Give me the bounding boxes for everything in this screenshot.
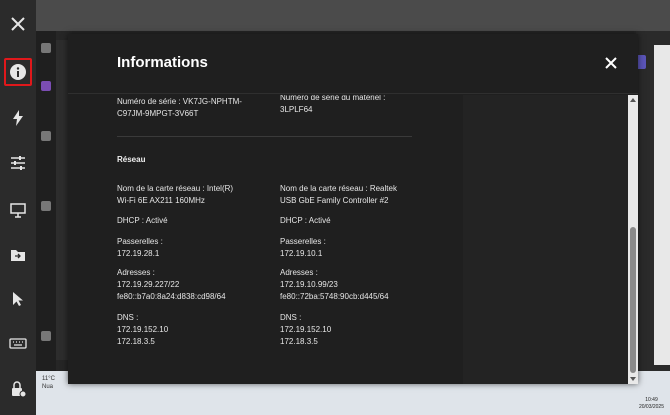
dns-primary: 172.19.152.10	[117, 325, 169, 334]
lock-icon[interactable]	[4, 375, 32, 403]
hardware-serial-label: Numéro de série du matériel :	[280, 95, 386, 102]
scroll-down-icon[interactable]	[630, 377, 636, 381]
dhcp-status: DHCP : Activé	[280, 216, 331, 225]
remote-top-strip	[36, 0, 670, 31]
dns-secondary: 172.18.3.5	[280, 337, 318, 346]
address-ipv6: fe80::b7a0:8a24:d838:cd98/64	[117, 292, 226, 301]
weather-temp: 11°C	[42, 376, 55, 382]
app-icon	[41, 331, 51, 341]
lightning-icon[interactable]	[4, 104, 32, 132]
adapter-name-line2: USB GbE Family Controller #2	[280, 196, 389, 205]
addresses-label: Adresses :	[280, 268, 318, 277]
weather-text: Nua	[42, 384, 54, 390]
taskbar-weather[interactable]: 11°C Nua	[42, 375, 55, 391]
gateways-label: Passerelles :	[117, 237, 163, 246]
dhcp-status: DHCP : Activé	[117, 216, 168, 225]
dialog-scrollbar[interactable]	[628, 95, 638, 384]
remote-app-sidebar	[36, 31, 56, 371]
addresses-label: Adresses :	[117, 268, 155, 277]
dialog-right-area	[463, 95, 628, 384]
info-icon[interactable]	[4, 58, 32, 86]
gateways-value: 172.19.10.1	[280, 249, 323, 258]
serial-value: C97JM-9MPGT-3V66T	[117, 109, 199, 118]
adapter-name-line1: Nom de la carte réseau : Realtek	[280, 184, 397, 193]
close-icon[interactable]	[604, 56, 618, 70]
dialog-header: Informations	[68, 34, 638, 94]
address-ipv6: fe80::72ba:5748:90cb:d445/64	[280, 292, 389, 301]
dns-label: DNS :	[280, 313, 302, 322]
dialog-content: Numéro de série : VK7JG-NPHTM- C97JM-9MP…	[68, 95, 463, 384]
app-icon	[41, 201, 51, 211]
dns-primary: 172.19.152.10	[280, 325, 332, 334]
dialog-title: Informations	[117, 54, 208, 71]
close-icon[interactable]	[4, 10, 32, 38]
app-icon	[41, 81, 51, 91]
serial-label: Numéro de série : VK7JG-NPHTM-	[117, 97, 242, 106]
clock-date: 20/03/2025	[638, 404, 664, 410]
section-divider	[117, 136, 412, 137]
taskbar-clock[interactable]: 10:49 20/03/2025	[639, 397, 664, 411]
remote-toolbar	[0, 0, 36, 415]
dns-label: DNS :	[117, 313, 139, 322]
pointer-icon[interactable]	[4, 285, 32, 313]
gateways-label: Passerelles :	[280, 237, 326, 246]
gateways-value: 172.19.28.1	[117, 249, 160, 258]
address-ipv4: 172.19.29.227/22	[117, 280, 180, 289]
app-icon	[41, 131, 51, 141]
adapter-name-line2: Wi-Fi 6E AX211 160MHz	[117, 196, 205, 205]
address-ipv4: 172.19.10.99/23	[280, 280, 338, 289]
sliders-icon[interactable]	[4, 149, 32, 177]
scroll-thumb[interactable]	[630, 227, 636, 373]
keyboard-icon[interactable]	[4, 329, 32, 357]
informations-dialog: Informations Numéro de série : VK7JG-NPH…	[68, 34, 638, 384]
hardware-serial-value: 3LPLF64	[280, 105, 313, 114]
network-section-title: Réseau	[117, 155, 146, 164]
clock-time: 10:49	[645, 397, 658, 403]
app-icon	[41, 43, 51, 53]
scroll-up-icon[interactable]	[630, 98, 636, 102]
file-transfer-icon[interactable]	[4, 241, 32, 269]
monitor-icon[interactable]	[4, 196, 32, 224]
adapter-name-line1: Nom de la carte réseau : Intel(R)	[117, 184, 234, 193]
dns-secondary: 172.18.3.5	[117, 337, 155, 346]
remote-right-panel	[654, 45, 670, 365]
